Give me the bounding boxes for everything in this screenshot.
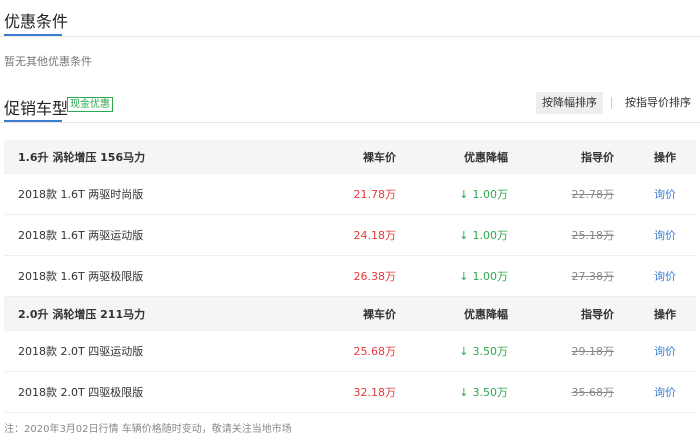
discount-amount: ↓ 1.00万: [459, 174, 508, 214]
engine-spec: 1.6升 涡轮增压 156马力: [18, 150, 146, 164]
no-conditions-text: 暂无其他优惠条件: [4, 55, 92, 68]
engine-group-header: 2.0升 涡轮增压 211马力 裸车价 优惠降幅 指导价 操作: [4, 297, 696, 331]
engine-spec: 2.0升 涡轮增压 211马力: [18, 307, 146, 321]
promo-models-table: 1.6升 涡轮增压 156马力 裸车价 优惠降幅 指导价 操作 2018款 1.6T 两驱…: [4, 140, 696, 413]
bare-price: 24.18万: [353, 229, 397, 242]
column-header-guide-price: 指导价: [581, 307, 614, 321]
column-header-price: 裸车价: [363, 150, 396, 164]
table-row: 2018款 2.0T 四驱运动版 25.68万 ↓ 3.50万 29.18万 询价: [4, 331, 696, 372]
model-name: 2018款 2.0T 四驱极限版: [18, 386, 144, 399]
down-arrow-icon: ↓: [459, 228, 469, 242]
column-header-guide-price: 指导价: [581, 150, 614, 164]
down-arrow-icon: ↓: [459, 344, 469, 358]
discount-amount: ↓ 3.50万: [459, 372, 508, 412]
column-header-discount: 优惠降幅: [464, 307, 508, 321]
discount-value: 1.00万: [472, 229, 509, 242]
inquire-link[interactable]: 询价: [654, 215, 676, 255]
down-arrow-icon: ↓: [459, 269, 469, 283]
bare-price: 25.68万: [353, 345, 397, 358]
column-header-action: 操作: [654, 150, 676, 164]
down-arrow-icon: ↓: [459, 385, 469, 399]
promo-conditions-title: 优惠条件: [4, 12, 69, 31]
model-name: 2018款 1.6T 两驱时尚版: [18, 188, 144, 201]
model-name: 2018款 2.0T 四驱运动版: [18, 345, 144, 358]
bare-price: 26.38万: [353, 270, 397, 283]
divider: [0, 122, 700, 123]
inquire-link[interactable]: 询价: [654, 174, 676, 214]
column-header-price: 裸车价: [363, 307, 396, 321]
table-row: 2018款 1.6T 两驱运动版 24.18万 ↓ 1.00万 25.18万 询价: [4, 215, 696, 256]
sort-separator: [611, 97, 612, 109]
guide-price: 22.78万: [571, 188, 615, 201]
guide-price: 35.68万: [571, 386, 615, 399]
engine-group-header: 1.6升 涡轮增压 156马力 裸车价 优惠降幅 指导价 操作: [4, 140, 696, 174]
inquire-link[interactable]: 询价: [654, 372, 676, 412]
table-row: 2018款 1.6T 两驱时尚版 21.78万 ↓ 1.00万 22.78万 询价: [4, 174, 696, 215]
discount-amount: ↓ 1.00万: [459, 256, 508, 296]
bare-price: 32.18万: [353, 386, 397, 399]
guide-price: 27.38万: [571, 270, 615, 283]
down-arrow-icon: ↓: [459, 187, 469, 201]
discount-amount: ↓ 3.50万: [459, 331, 508, 371]
bare-price: 21.78万: [353, 188, 397, 201]
inquire-link[interactable]: 询价: [654, 256, 676, 296]
guide-price: 25.18万: [571, 229, 615, 242]
discount-value: 1.00万: [472, 188, 509, 201]
discount-value: 3.50万: [472, 345, 509, 358]
sort-by-guide-price-button[interactable]: 按指导价排序: [619, 92, 697, 114]
cash-discount-badge: 现金优惠: [67, 97, 113, 112]
column-header-action: 操作: [654, 307, 676, 321]
promo-models-title: 促销车型: [4, 99, 69, 118]
table-row: 2018款 2.0T 四驱极限版 32.18万 ↓ 3.50万 35.68万 询价: [4, 372, 696, 413]
discount-value: 1.00万: [472, 270, 509, 283]
discount-amount: ↓ 1.00万: [459, 215, 508, 255]
discount-value: 3.50万: [472, 386, 509, 399]
model-name: 2018款 1.6T 两驱运动版: [18, 229, 144, 242]
guide-price: 29.18万: [571, 345, 615, 358]
table-row: 2018款 1.6T 两驱极限版 26.38万 ↓ 1.00万 27.38万 询价: [4, 256, 696, 297]
column-header-discount: 优惠降幅: [464, 150, 508, 164]
sort-by-discount-button[interactable]: 按降幅排序: [536, 92, 603, 114]
model-name: 2018款 1.6T 两驱极限版: [18, 270, 144, 283]
inquire-link[interactable]: 询价: [654, 331, 676, 371]
divider: [0, 36, 700, 37]
price-footnote: 注：2020年3月02日行情 车辆价格随时变动，敬请关注当地市场: [4, 424, 292, 435]
